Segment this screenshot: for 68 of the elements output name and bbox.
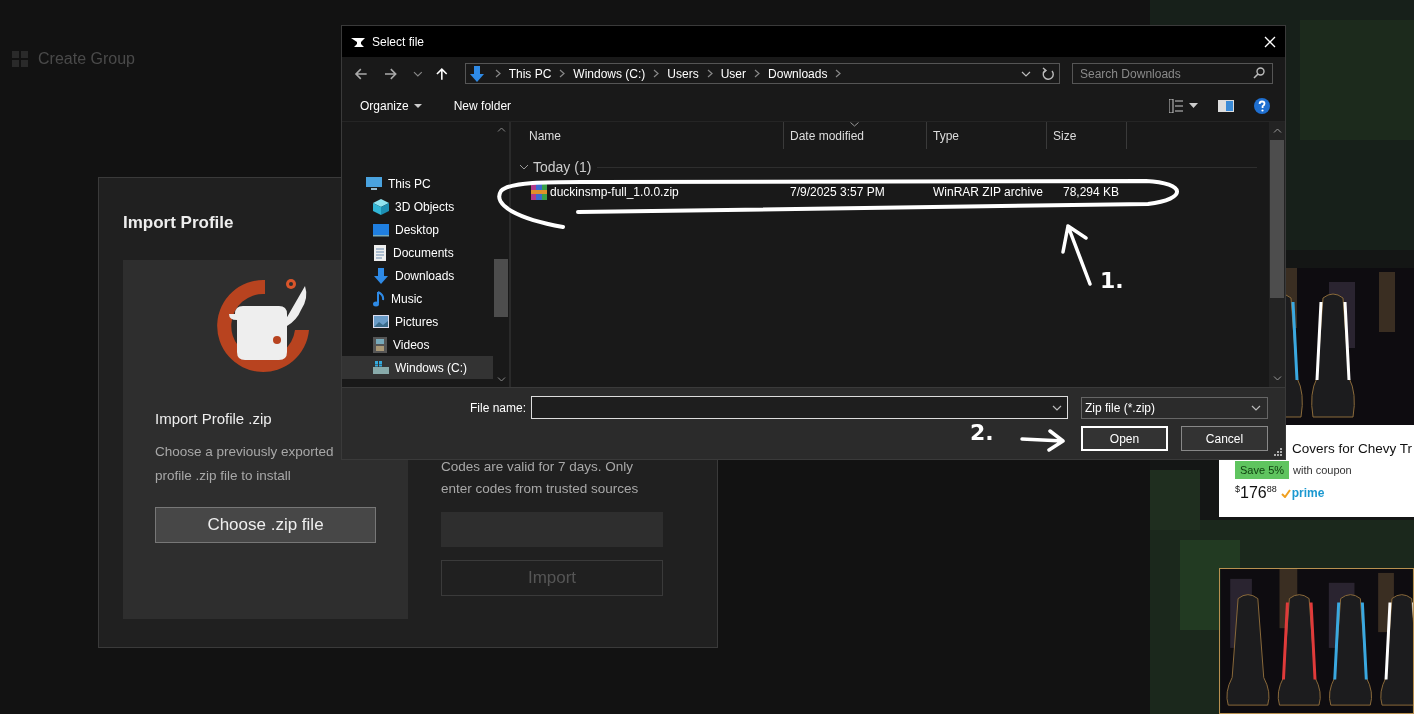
- caret-icon: [413, 103, 422, 108]
- image-icon: [373, 315, 389, 328]
- card-description: Choose a previously exported profile .zip file to install: [155, 443, 335, 485]
- up-icon[interactable]: [435, 66, 449, 81]
- code-description: Codes are valid for 7 days. Only enter codes from trusted sources: [441, 458, 640, 498]
- scrollbar-thumb[interactable]: [494, 259, 508, 317]
- step-number: 2.: [970, 420, 994, 445]
- dropdown-icon[interactable]: [1021, 70, 1031, 77]
- refresh-icon[interactable]: [1041, 66, 1055, 81]
- field-label: File name:: [469, 400, 526, 415]
- file-type: WinRAR ZIP archive: [933, 185, 1043, 199]
- file-name[interactable]: duckinsmp-full_1.0.0.zip: [550, 185, 679, 199]
- step-number: 1.: [1100, 268, 1124, 293]
- chevron-icon: [559, 69, 566, 78]
- recent-locations-icon[interactable]: [413, 70, 423, 77]
- breadcrumb-item[interactable]: This PC: [508, 66, 552, 81]
- breadcrumb-item[interactable]: Downloads: [768, 66, 828, 81]
- nav-item[interactable]: Documents: [342, 241, 493, 264]
- nav-item[interactable]: Windows (C:): [342, 356, 493, 379]
- back-icon[interactable]: [354, 66, 368, 81]
- nav-item[interactable]: Music: [342, 287, 493, 310]
- nav-item[interactable]: 3D Objects: [342, 195, 493, 218]
- hand-drawn-arrow: [1020, 428, 1066, 452]
- download-icon: [468, 65, 485, 82]
- archive-icon: [531, 184, 547, 200]
- date-modified: 7/9/2025 3:57 PM: [790, 185, 885, 199]
- choose-file-button[interactable]: Choose .zip file: [155, 507, 376, 543]
- download-icon: [373, 267, 389, 284]
- file-row[interactable]: duckinsmp-full_1.0.0.zip 7/9/2025 3:57 PM WinRAR ZIP archive 78,294 KB: [511, 182, 1127, 202]
- nav-item[interactable]: Downloads: [342, 264, 493, 287]
- document-icon: [373, 244, 387, 261]
- column-header[interactable]: Size: [1047, 122, 1127, 149]
- address-bar[interactable]: This PC Windows (C:) Users User Downloads: [464, 63, 1060, 84]
- nav-item[interactable]: Pictures: [342, 310, 493, 333]
- file-name-field[interactable]: [531, 396, 1068, 419]
- column-header[interactable]: Date modified: [784, 122, 927, 149]
- file-size: 78,294 KB: [1062, 185, 1119, 199]
- drive-icon: [373, 360, 389, 375]
- sort-chevron-icon: [850, 122, 859, 127]
- nav-item[interactable]: Desktop: [342, 218, 493, 241]
- chevron-icon: [706, 69, 713, 78]
- group-header[interactable]: Today (1): [519, 159, 592, 175]
- breadcrumb-item[interactable]: Windows (C:): [573, 66, 646, 81]
- open-button[interactable]: Open: [1081, 426, 1168, 451]
- nav-item[interactable]: Videos: [342, 333, 493, 356]
- monitor-icon: [366, 176, 382, 191]
- chevron-icon: [835, 69, 842, 78]
- chevron-icon: [519, 162, 529, 172]
- column-header[interactable]: Name: [511, 122, 784, 149]
- cube-icon: [373, 198, 389, 215]
- new-folder-button[interactable]: New folder: [447, 94, 518, 117]
- modal-title: Import Profile: [123, 213, 234, 233]
- column-header[interactable]: Type: [927, 122, 1047, 149]
- breadcrumb-item[interactable]: Users: [667, 66, 699, 81]
- nav-item[interactable]: This PC: [342, 172, 493, 195]
- card-title: Import Profile .zip: [155, 410, 272, 427]
- chevron-icon: [754, 69, 761, 78]
- screen-icon: [373, 222, 389, 237]
- chevron-icon: [494, 69, 501, 78]
- window-title: Select file: [372, 34, 425, 49]
- forward-icon[interactable]: [383, 66, 398, 81]
- breadcrumb-item[interactable]: User: [720, 66, 747, 81]
- hand-drawn-arrow: [1060, 222, 1094, 288]
- organize-menu[interactable]: Organize: [354, 94, 428, 117]
- music-note-icon: [373, 290, 385, 307]
- chevron-icon: [653, 69, 660, 78]
- film-icon: [373, 336, 387, 353]
- dropdown-icon[interactable]: [1052, 405, 1062, 411]
